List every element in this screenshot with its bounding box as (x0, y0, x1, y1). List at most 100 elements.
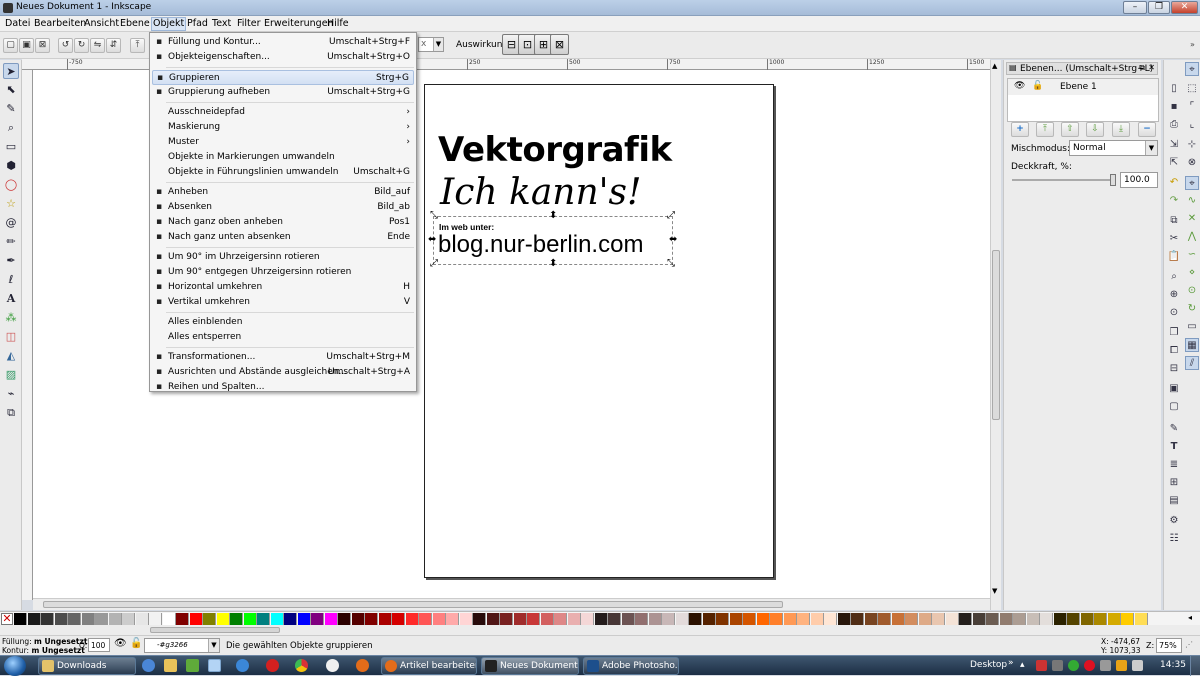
layer-row[interactable]: 👁 🔓 Ebene 1 (1008, 79, 1158, 95)
pencil-tool-icon[interactable]: ✏ (3, 234, 19, 250)
color-swatch[interactable] (405, 613, 419, 625)
snap-grid-icon[interactable]: ▦ (1185, 338, 1199, 352)
scale-handle-bl[interactable]: ⤢ (430, 259, 438, 269)
color-swatch[interactable] (878, 613, 891, 625)
lock-icon[interactable]: 🔓 (1032, 81, 1043, 91)
visibility-eye-icon[interactable]: 👁 (1014, 81, 1025, 91)
color-swatch[interactable] (446, 613, 459, 625)
copy-icon[interactable]: ⧉ (1167, 214, 1181, 228)
color-swatch[interactable] (486, 613, 500, 625)
scale-handle-tr[interactable]: ⤢ (667, 211, 675, 221)
vscroll-thumb[interactable] (992, 250, 1000, 420)
menu-item-transformationen[interactable]: ▪ Transformationen... Umschalt+Strg+M (152, 350, 414, 365)
menu-ebene[interactable]: Ebene (119, 18, 151, 29)
color-swatch[interactable] (419, 613, 432, 625)
color-swatch[interactable] (743, 613, 756, 625)
paste-icon[interactable]: 📋 (1167, 250, 1181, 264)
color-swatch[interactable] (702, 613, 716, 625)
color-swatch[interactable] (797, 613, 810, 625)
menu-pfad[interactable]: Pfad (186, 18, 209, 29)
box3d-tool-icon[interactable]: ⬢ (3, 158, 19, 174)
color-swatch[interactable] (621, 613, 635, 625)
cut-icon[interactable]: ✂ (1167, 232, 1181, 246)
color-swatch[interactable] (365, 613, 378, 625)
group-icon[interactable]: ▣ (1167, 382, 1181, 396)
scale-handle-l[interactable]: ⬌ (428, 235, 436, 245)
gradient-tool-icon[interactable]: ▨ (3, 367, 19, 383)
menu-item-muster[interactable]: Muster › (152, 135, 414, 150)
safari-quick-icon[interactable] (326, 659, 339, 672)
layer-visibility-eye-icon[interactable]: 👁 (114, 638, 127, 649)
heading-text[interactable]: Vektorgrafik (438, 131, 672, 169)
text-tool-icon[interactable]: A (3, 291, 19, 307)
no-paint-swatch-icon[interactable]: ✕ (1, 613, 13, 625)
color-swatch[interactable] (432, 613, 446, 625)
color-swatch[interactable] (473, 613, 486, 625)
color-swatch[interactable] (594, 613, 608, 625)
color-swatch[interactable] (81, 613, 95, 625)
media-quick-icon[interactable] (186, 659, 199, 672)
minimize-button[interactable]: – (1123, 1, 1147, 14)
blend-mode-select[interactable]: Normal ▼ (1069, 140, 1158, 156)
color-swatch[interactable] (513, 613, 527, 625)
ie-quick-icon[interactable] (142, 659, 155, 672)
opacity-slider-thumb[interactable] (1110, 174, 1116, 186)
color-swatch[interactable] (1013, 613, 1026, 625)
color-swatch[interactable] (162, 613, 176, 625)
color-swatch[interactable] (351, 613, 365, 625)
resize-grip-icon[interactable]: ⋰ (1185, 640, 1193, 649)
snap-bbox-corner-icon[interactable]: ⌞ (1185, 118, 1199, 132)
eraser-tool-icon[interactable]: ◫ (3, 329, 19, 345)
color-swatch[interactable] (243, 613, 257, 625)
tweak-tool-icon[interactable]: ✎ (3, 101, 19, 117)
deselect-icon[interactable]: ⊠ (35, 38, 50, 53)
select-all-layers-icon[interactable]: ▣ (19, 38, 34, 53)
color-swatch[interactable] (770, 613, 783, 625)
color-swatch[interactable] (392, 613, 405, 625)
xml-editor-icon[interactable]: ≣ (1167, 458, 1181, 472)
desktop-toolbar-label[interactable]: Desktop (970, 660, 1007, 670)
color-swatch[interactable] (1107, 613, 1121, 625)
scroll-down-icon[interactable]: ▼ (992, 587, 997, 595)
color-swatch[interactable] (54, 613, 68, 625)
vertical-scrollbar[interactable]: ▲ ▼ (990, 60, 1001, 610)
color-swatch[interactable] (311, 613, 324, 625)
snap-cusp-icon[interactable]: ⋀ (1185, 230, 1199, 244)
taskbar-item-inkscape[interactable]: Neues Dokument... (481, 657, 579, 675)
layer-raise-button[interactable]: ⇧ (1061, 122, 1079, 137)
menu-item-gruppierung-aufheben[interactable]: ▪ Gruppierung aufheben Umschalt+Strg+G (152, 85, 414, 100)
layer-to-bottom-button[interactable]: ⤓ (1112, 122, 1130, 137)
export-icon[interactable]: ⇱ (1167, 156, 1181, 170)
hscroll-thumb[interactable] (43, 601, 783, 608)
color-swatch[interactable] (108, 613, 122, 625)
menu-erweiterungen[interactable]: Erweiterungen (263, 18, 335, 29)
spiral-tool-icon[interactable]: @ (3, 215, 19, 231)
volume-icon[interactable] (1132, 660, 1143, 671)
color-swatch[interactable] (581, 613, 594, 625)
color-swatch[interactable] (1134, 613, 1148, 625)
menu-item-reihen-und-spalten[interactable]: ▪ Reihen und Spalten... (152, 380, 414, 395)
menu-item-absenken[interactable]: ▪ Absenken Bild_ab (152, 200, 414, 215)
color-swatch[interactable] (122, 613, 135, 625)
redo-icon[interactable]: ↷ (1167, 194, 1181, 208)
clock[interactable]: 14:35 (1160, 660, 1186, 670)
dropper-tool-icon[interactable]: ⌁ (3, 386, 19, 402)
color-swatch[interactable] (257, 613, 270, 625)
show-desktop-quick-icon[interactable] (208, 659, 221, 672)
color-swatch[interactable] (95, 613, 108, 625)
color-swatch[interactable] (14, 613, 27, 625)
color-swatch[interactable] (986, 613, 999, 625)
color-swatch[interactable] (783, 613, 797, 625)
scale-handle-b[interactable]: ⬍ (549, 259, 557, 269)
color-swatch[interactable] (1053, 613, 1067, 625)
scale-handle-tl[interactable]: ⤡ (430, 211, 438, 221)
script-text[interactable]: Ich kann's! (440, 172, 642, 214)
palette-scrollbar[interactable] (0, 625, 1200, 635)
zoom-field[interactable]: 75% (1156, 638, 1182, 653)
layer-name[interactable]: Ebene 1 (1060, 82, 1097, 92)
color-swatch[interactable] (554, 613, 567, 625)
snap-rotation-center-icon[interactable]: ↻ (1185, 302, 1199, 316)
current-layer-select[interactable]: -#g3266 ▼ (144, 638, 220, 653)
menu-filter[interactable]: Filter (236, 18, 262, 29)
tray-green-icon[interactable] (1068, 660, 1079, 671)
